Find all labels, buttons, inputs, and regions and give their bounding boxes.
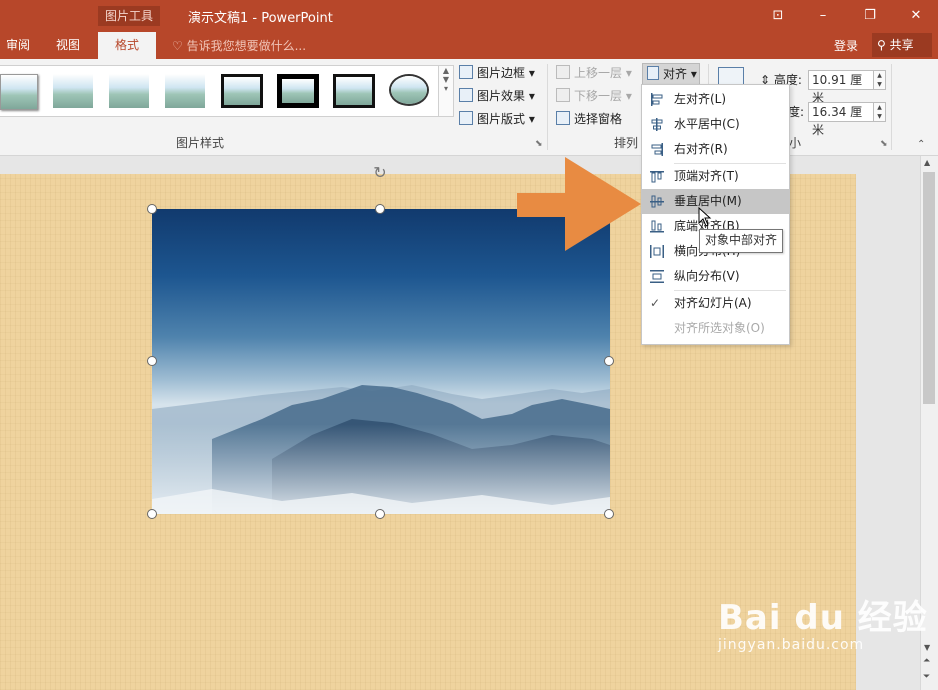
picture-effects-icon <box>459 88 473 102</box>
resize-handle[interactable] <box>147 356 157 366</box>
distribute-horizontal-icon <box>650 245 664 258</box>
resize-handle[interactable] <box>375 204 385 214</box>
style-thumbnail[interactable] <box>221 74 263 108</box>
dialog-launcher-icon[interactable]: ⬊ <box>535 139 543 149</box>
align-middle-icon <box>650 195 664 208</box>
menu-item-align-left[interactable]: 左对齐(L) <box>642 87 789 112</box>
bring-forward-button[interactable]: 上移一层 ▾ <box>556 63 632 83</box>
previous-slide-icon[interactable]: ⏶ <box>923 656 930 666</box>
align-center-icon <box>651 118 663 131</box>
mouse-cursor-icon <box>698 207 712 227</box>
context-tab-group-label: 图片工具 <box>98 6 160 26</box>
menu-item-align-middle[interactable]: 垂直居中(M) <box>642 189 789 214</box>
watermark-url: jingyan.baidu.com <box>718 637 865 653</box>
height-input[interactable]: 10.91 厘米 <box>808 70 874 105</box>
person-icon: ⚲ <box>877 38 886 52</box>
share-label: 共享 <box>889 38 914 52</box>
login-button[interactable]: 登录 <box>834 37 858 54</box>
ribbon: ▲ ▼ ▾ 图片边框 ▾ 图片效果 ▾ 图片版式 ▾ 图片样式 ⬊ 上移一层 ▾ 下… <box>0 59 938 156</box>
resize-handle[interactable] <box>604 356 614 366</box>
style-thumbnail[interactable] <box>109 74 149 108</box>
send-backward-icon <box>556 88 570 102</box>
next-slide-icon[interactable]: ⏷ <box>923 672 930 682</box>
resize-handle[interactable] <box>604 509 614 519</box>
tab-review[interactable]: 审阅 <box>0 34 36 59</box>
resize-handle[interactable] <box>147 204 157 214</box>
height-spinner[interactable]: ▲ ▼ <box>874 70 886 90</box>
picture-border-icon <box>459 65 473 79</box>
rotate-handle-icon[interactable]: ↻ <box>371 164 389 182</box>
scroll-up-icon[interactable]: ▲ <box>924 158 930 167</box>
tab-format[interactable]: 格式 <box>98 32 156 59</box>
align-top-icon <box>650 171 664 183</box>
tab-view[interactable]: 视图 <box>50 34 86 59</box>
selection-pane-button[interactable]: 选择窗格 <box>556 109 622 129</box>
picture-border-button[interactable]: 图片边框 ▾ <box>459 63 535 83</box>
menu-item-align-right[interactable]: 右对齐(R) <box>642 137 789 162</box>
picture-style-gallery[interactable] <box>0 65 439 117</box>
selection-pane-icon <box>556 111 570 125</box>
width-spinner[interactable]: ▲ ▼ <box>874 102 886 122</box>
style-thumbnail[interactable] <box>277 74 319 108</box>
picture-effects-button[interactable]: 图片效果 ▾ <box>459 86 535 106</box>
tell-me-placeholder: 告诉我您想要做什么... <box>186 39 307 53</box>
watermark-logo-text: Bai du 经验 <box>718 598 928 638</box>
baidu-jingyan-watermark: Bai du 经验 jingyan.baidu.com <box>718 590 928 653</box>
bring-forward-icon <box>556 65 570 79</box>
style-thumbnail[interactable] <box>0 74 38 110</box>
menu-item-distribute-vertically[interactable]: 纵向分布(V) <box>642 264 789 289</box>
selected-picture[interactable] <box>152 209 610 514</box>
minimize-icon[interactable]: – <box>811 6 835 26</box>
group-separator <box>547 64 548 150</box>
width-input[interactable]: 16.34 厘米 <box>808 102 874 137</box>
send-backward-button[interactable]: 下移一层 ▾ <box>556 86 632 106</box>
align-bottom-icon <box>650 220 664 233</box>
resize-handle[interactable] <box>147 509 157 519</box>
align-right-icon <box>651 143 663 156</box>
restore-icon[interactable]: ❐ <box>858 6 882 26</box>
distribute-vertical-icon <box>650 270 664 283</box>
tell-me-search[interactable]: ♡ 告诉我您想要做什么... <box>172 37 306 54</box>
resize-handle[interactable] <box>375 509 385 519</box>
share-button[interactable]: ⚲ 共享 <box>872 33 932 57</box>
menu-item-align-top[interactable]: 顶端对齐(T) <box>642 164 789 189</box>
picture-layout-button[interactable]: 图片版式 ▾ <box>459 109 535 129</box>
style-thumbnail[interactable] <box>333 74 375 108</box>
gallery-scroll[interactable]: ▲ ▼ ▾ <box>438 65 454 117</box>
group-label-arrange: 排列 <box>614 136 639 150</box>
style-thumbnail[interactable] <box>53 74 93 108</box>
align-icon <box>647 66 659 80</box>
style-thumbnail[interactable] <box>165 74 205 108</box>
align-dropdown-menu: 左对齐(L) 水平居中(C) 右对齐(R) 顶端对齐(T) 垂直居中(M) 底端… <box>641 84 790 345</box>
tooltip: 对象中部对齐 <box>699 229 784 253</box>
mountain-landscape <box>152 385 610 514</box>
scrollbar-thumb[interactable] <box>923 172 935 404</box>
collapse-ribbon-icon[interactable]: ⌃ <box>917 139 925 150</box>
group-label-picture-styles: 图片样式 <box>176 136 225 150</box>
checkmark-icon: ✓ <box>650 296 661 310</box>
group-separator <box>891 64 892 150</box>
menu-item-align-to-slide[interactable]: ✓ 对齐幻灯片(A) <box>642 291 789 316</box>
menu-item-align-selected-objects[interactable]: 对齐所选对象(O) <box>642 316 789 341</box>
menu-item-align-center[interactable]: 水平居中(C) <box>642 112 789 137</box>
picture-layout-icon <box>459 111 473 125</box>
dialog-launcher-icon[interactable]: ⬊ <box>880 139 888 149</box>
align-button[interactable]: 对齐 ▾ <box>642 63 700 85</box>
ribbon-display-icon[interactable]: ⊡ <box>766 6 790 26</box>
align-left-icon <box>651 93 663 106</box>
orange-arrow-icon <box>517 157 641 251</box>
lightbulb-icon: ♡ <box>172 39 183 53</box>
style-thumbnail[interactable] <box>389 74 429 106</box>
width-label: 度: <box>788 105 805 119</box>
window-title: 演示文稿1 - PowerPoint <box>188 11 333 26</box>
group-label-size: 小 <box>789 136 802 150</box>
close-icon[interactable]: ✕ <box>904 6 928 26</box>
